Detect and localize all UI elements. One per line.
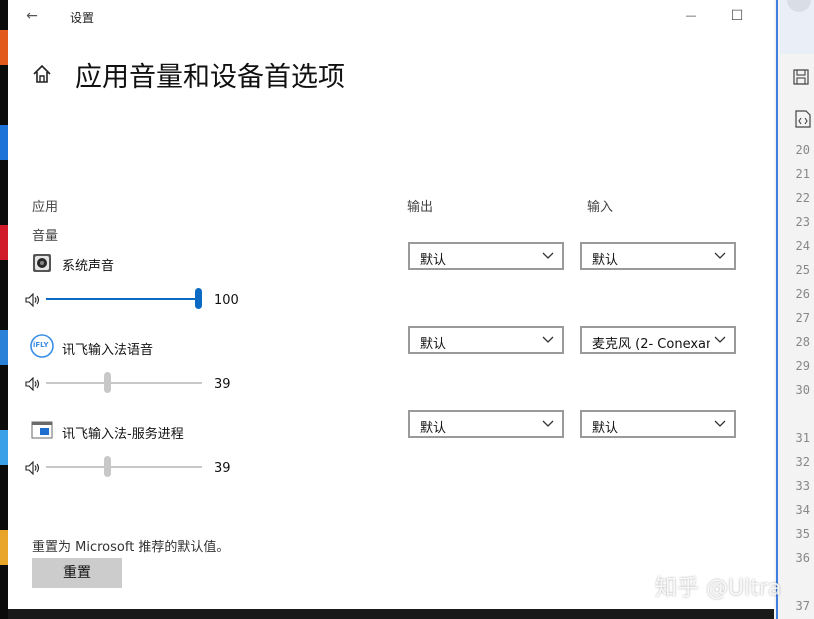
desktop-icon bbox=[0, 225, 8, 260]
page-title: 应用音量和设备首选项 bbox=[75, 62, 345, 93]
column-header-input: 输入 bbox=[587, 200, 614, 215]
input-device-dropdown[interactable]: 麦克风 (2- Conexant bbox=[580, 326, 736, 354]
desktop-icon bbox=[0, 330, 8, 365]
chevron-down-icon bbox=[542, 336, 554, 343]
master-volume-label: 音量 bbox=[32, 229, 59, 244]
line-number: 23 bbox=[795, 215, 810, 229]
volume-value: 39 bbox=[214, 377, 231, 392]
volume-slider-thumb[interactable] bbox=[104, 372, 112, 393]
watermark: 知乎 @Ultra bbox=[655, 576, 782, 601]
line-number: 35 bbox=[795, 527, 810, 541]
desktop-icon bbox=[0, 430, 8, 465]
ifly-icon: iFLY bbox=[30, 334, 54, 358]
volume-slider-thumb[interactable] bbox=[195, 288, 202, 309]
save-icon[interactable] bbox=[793, 69, 809, 85]
chevron-down-icon bbox=[714, 252, 726, 259]
dropdown-value: 默认 bbox=[592, 421, 619, 436]
line-number: 36 bbox=[795, 551, 810, 565]
maximize-button[interactable]: ☐ bbox=[727, 6, 747, 26]
line-number: 20 bbox=[795, 143, 810, 157]
chevron-down-icon bbox=[542, 420, 554, 427]
system-sound-icon bbox=[32, 253, 52, 273]
volume-slider-track[interactable] bbox=[46, 382, 202, 384]
reset-description: 重置为 Microsoft 推荐的默认值。 bbox=[32, 540, 230, 555]
desktop-icon bbox=[0, 30, 8, 65]
window-app-icon bbox=[31, 421, 53, 439]
dropdown-value: 默认 bbox=[420, 337, 447, 352]
line-number: 33 bbox=[795, 479, 810, 493]
chevron-down-icon bbox=[714, 420, 726, 427]
desktop-background bbox=[0, 0, 8, 619]
app-name: 讯飞输入法语音 bbox=[62, 343, 154, 358]
desktop-icon bbox=[0, 125, 8, 160]
dropdown-value: 麦克风 (2- Conexant bbox=[592, 337, 710, 352]
app-name: 系统声音 bbox=[62, 259, 115, 274]
back-arrow-icon[interactable]: ← bbox=[22, 6, 42, 26]
speaker-icon[interactable] bbox=[25, 460, 41, 476]
line-number: 27 bbox=[795, 311, 810, 325]
line-number: 34 bbox=[795, 503, 810, 517]
line-number: 29 bbox=[795, 359, 810, 373]
window-title: 设置 bbox=[70, 11, 95, 25]
dropdown-value: 默认 bbox=[420, 253, 447, 268]
line-number: 25 bbox=[795, 263, 810, 277]
output-device-dropdown[interactable]: 默认 bbox=[408, 410, 564, 438]
line-number: 31 bbox=[795, 431, 810, 445]
volume-slider-track[interactable] bbox=[46, 466, 202, 468]
column-header-output: 输出 bbox=[407, 200, 434, 215]
line-number: 26 bbox=[795, 287, 810, 301]
output-device-dropdown[interactable]: 默认 bbox=[408, 326, 564, 354]
editor-border bbox=[776, 0, 778, 619]
line-number: 21 bbox=[795, 167, 810, 181]
code-file-icon[interactable] bbox=[795, 110, 811, 128]
dropdown-value: 默认 bbox=[592, 253, 619, 268]
line-number: 30 bbox=[795, 383, 810, 397]
app-name: 讯飞输入法-服务进程 bbox=[62, 427, 184, 442]
line-number: 24 bbox=[795, 239, 810, 253]
line-number: 37 bbox=[795, 599, 810, 613]
line-number: 32 bbox=[795, 455, 810, 469]
line-number: 28 bbox=[795, 335, 810, 349]
volume-slider-thumb[interactable] bbox=[104, 456, 112, 477]
dropdown-value: 默认 bbox=[420, 421, 447, 436]
desktop-icon bbox=[0, 530, 8, 565]
column-header-app: 应用 bbox=[32, 200, 59, 215]
speaker-icon[interactable] bbox=[25, 376, 41, 392]
input-device-dropdown[interactable]: 默认 bbox=[580, 242, 736, 270]
home-icon[interactable] bbox=[31, 63, 53, 85]
output-device-dropdown[interactable]: 默认 bbox=[408, 242, 564, 270]
taskbar-edge bbox=[8, 609, 774, 619]
minimize-button[interactable]: — bbox=[681, 6, 701, 26]
volume-slider-track[interactable] bbox=[46, 298, 202, 300]
input-device-dropdown[interactable]: 默认 bbox=[580, 410, 736, 438]
volume-value: 100 bbox=[214, 293, 239, 308]
chevron-down-icon bbox=[542, 252, 554, 259]
reset-button[interactable]: 重置 bbox=[32, 558, 122, 588]
speaker-icon[interactable] bbox=[25, 292, 41, 308]
volume-value: 39 bbox=[214, 461, 231, 476]
volume-slider-fill bbox=[46, 298, 202, 300]
chevron-down-icon bbox=[714, 336, 726, 343]
line-number: 22 bbox=[795, 191, 810, 205]
ifly-icon-text: iFLY bbox=[33, 341, 49, 349]
